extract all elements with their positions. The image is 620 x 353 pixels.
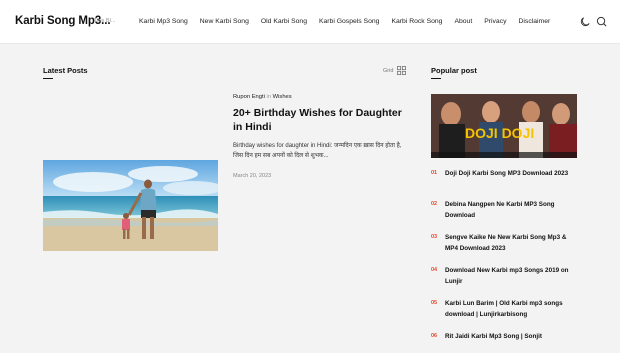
beach-photo <box>43 160 218 251</box>
popular-item[interactable]: 03 Sengve Kaike Ne New Karbi Song Mp3 & … <box>431 232 581 265</box>
popular-item-number: 04 <box>431 267 438 273</box>
site-header: Karbi Song Mp3... This Bl... Karbi Mp3 S… <box>0 0 620 44</box>
poster-title-text: DOJI DOJI <box>465 125 534 141</box>
nav-item-old-karbi-song[interactable]: Old Karbi Song <box>261 18 307 25</box>
popular-item-title[interactable]: Karbi Lun Barim | Old Karbi mp3 songs do… <box>445 298 581 331</box>
popular-item[interactable]: 02 Debina Nangpen Ne Karbi MP3 Song Down… <box>431 199 581 232</box>
latest-posts-title: Latest Posts <box>43 66 88 75</box>
latest-posts-underline <box>43 78 53 79</box>
post-date: March 20, 2023 <box>233 173 272 179</box>
popular-item-title[interactable]: Doji Doji Karbi Song MP3 Download 2023 <box>445 168 581 190</box>
popular-post-thumbnail[interactable]: DOJI DOJI <box>431 94 577 158</box>
popular-post-title: Popular post <box>431 66 477 75</box>
popular-item[interactable]: 05 Karbi Lun Barim | Old Karbi mp3 songs… <box>431 298 581 331</box>
nav-item-karbi-rock-song[interactable]: Karbi Rock Song <box>391 18 442 25</box>
popular-item[interactable]: 04 Download New Karbi mp3 Songs 2019 on … <box>431 265 581 298</box>
popular-item-title[interactable]: Debina Nangpen Ne Karbi MP3 Song Downloa… <box>445 199 581 232</box>
popular-item[interactable]: 06 Rit Jaidi Karbi Mp3 Song | Sonjit <box>431 331 581 353</box>
main-nav: Karbi Mp3 Song New Karbi Song Old Karbi … <box>139 18 562 25</box>
popular-item-number: 03 <box>431 234 438 240</box>
popular-item-title[interactable]: Download New Karbi mp3 Songs 2019 on Lun… <box>445 265 581 298</box>
nav-item-about[interactable]: About <box>454 18 472 25</box>
post-excerpt: Birthday wishes for daughter in Hindi: ज… <box>233 143 402 159</box>
doji-doji-poster: DOJI DOJI <box>431 94 577 158</box>
search-icon[interactable] <box>596 16 607 27</box>
site-tagline: This Bl... <box>94 18 116 24</box>
nav-item-karbi-mp3-song[interactable]: Karbi Mp3 Song <box>139 18 188 25</box>
post-meta: Rupon Engti in Wishes <box>233 94 292 100</box>
post-category[interactable]: Wishes <box>273 94 292 100</box>
nav-item-disclaimer[interactable]: Disclaimer <box>519 18 551 25</box>
popular-post-underline <box>431 78 441 79</box>
grid-view-label[interactable]: Grid <box>383 68 393 74</box>
moon-icon[interactable] <box>580 16 591 27</box>
popular-item-title[interactable]: Sengve Kaike Ne New Karbi Song Mp3 & MP4… <box>445 232 581 265</box>
popular-item-title[interactable]: Rit Jaidi Karbi Mp3 Song | Sonjit <box>445 331 581 353</box>
popular-item-number: 06 <box>431 333 438 339</box>
popular-item-number: 01 <box>431 170 438 176</box>
post-author[interactable]: Rupon Engti <box>233 94 265 100</box>
popular-item-number: 05 <box>431 300 438 306</box>
nav-item-privacy[interactable]: Privacy <box>484 18 506 25</box>
nav-item-new-karbi-song[interactable]: New Karbi Song <box>200 18 249 25</box>
popular-list: 01 Doji Doji Karbi Song MP3 Download 202… <box>431 168 581 353</box>
popular-item-number: 02 <box>431 201 438 207</box>
popular-item[interactable]: 01 Doji Doji Karbi Song MP3 Download 202… <box>431 168 581 190</box>
post-title[interactable]: 20+ Birthday Wishes for Daughter in Hind… <box>233 106 413 134</box>
post-meta-in: in <box>266 94 272 100</box>
nav-item-karbi-gospels-song[interactable]: Karbi Gospels Song <box>319 18 379 25</box>
grid-view-icon[interactable] <box>397 66 406 75</box>
post-thumbnail[interactable] <box>43 160 218 251</box>
